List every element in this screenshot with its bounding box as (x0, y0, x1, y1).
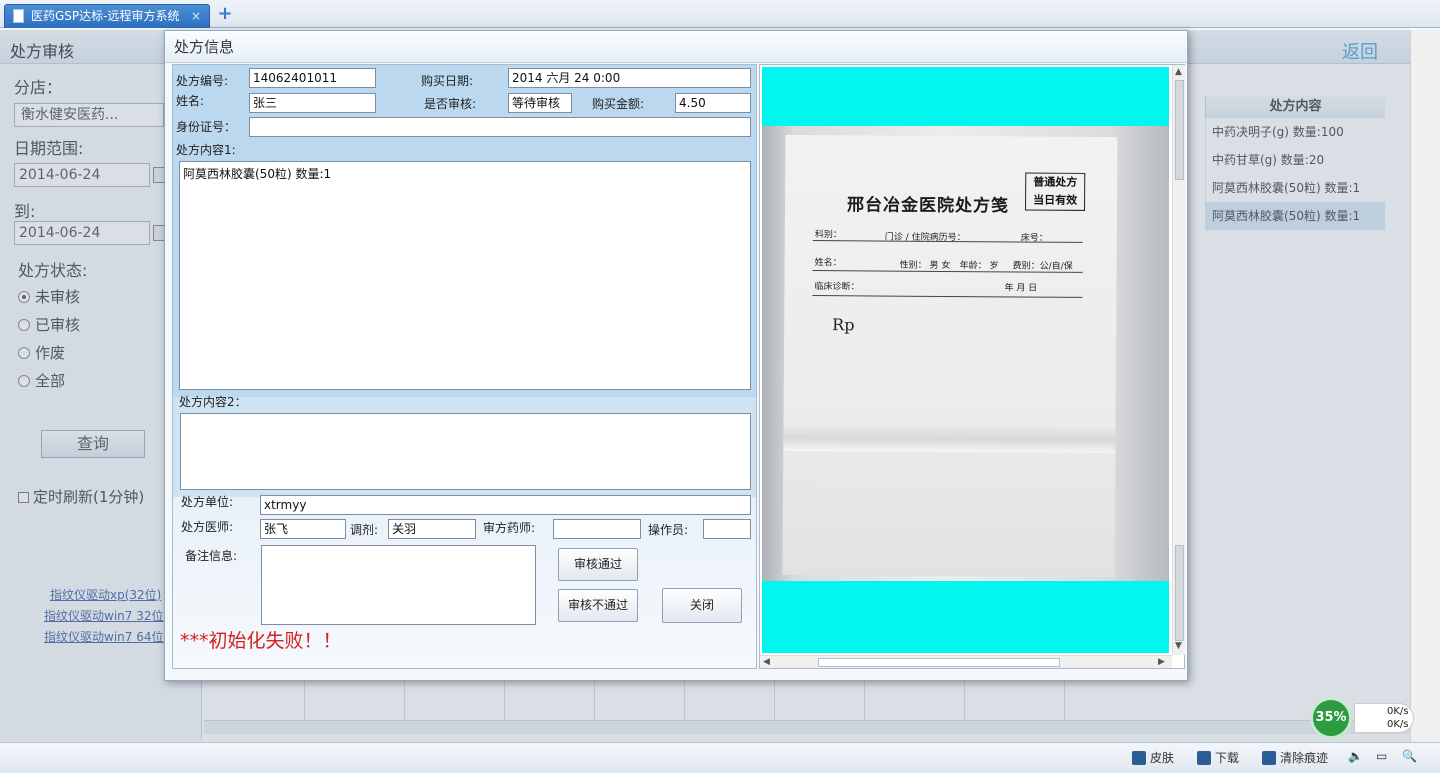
stamp-line: 当日有效 (1033, 193, 1078, 207)
operator-label: 操作员: (648, 523, 689, 537)
document-icon (13, 9, 24, 23)
image-background (762, 67, 1169, 126)
unit-field[interactable]: xtrmyy (260, 495, 751, 515)
name-label: 姓名: (176, 94, 205, 108)
age-text: 年龄： 岁 (959, 261, 999, 272)
remark-label: 备注信息: (185, 549, 238, 563)
image-background (762, 581, 1169, 653)
network-speed-widget[interactable]: 35% 0K/s 0K/s (1310, 697, 1414, 739)
pharmacist-label: 审方药师: (483, 521, 536, 535)
reviewed-label: 是否审核: (424, 97, 477, 111)
amount-field[interactable]: 4.50 (675, 93, 751, 113)
image-horizontal-scrollbar[interactable]: ◀ ▶ (760, 655, 1172, 668)
download-label: 下载 (1215, 751, 1240, 765)
device-icon[interactable]: ▭ (1376, 749, 1387, 763)
scroll-thumb[interactable] (1175, 80, 1184, 180)
skin-icon (1132, 751, 1146, 765)
skin-label: 皮肤 (1150, 751, 1175, 765)
fee-text: 费别：公/自/保 (1012, 261, 1073, 272)
dispenser-field[interactable]: 关羽 (388, 519, 476, 539)
scroll-right-icon[interactable]: ▶ (1158, 657, 1165, 667)
browser-tab[interactable]: 医药GSP达标-远程审方系统 × (4, 4, 210, 28)
doctor-label: 处方医师: (181, 520, 234, 534)
patient-name-text: 姓名： (814, 258, 842, 269)
browser-tabstrip: 医药GSP达标-远程审方系统 × + (0, 0, 1440, 28)
tab-title: 医药GSP达标-远程审方系统 (31, 9, 180, 23)
scroll-thumb[interactable] (818, 658, 1060, 667)
id-number-label: 身份证号： (176, 120, 237, 134)
paper-fold (783, 424, 1116, 454)
download-rate: 0K/s (1387, 719, 1409, 730)
stamp-line: 普通处方 (1033, 175, 1078, 189)
date-text: 年 月 日 (1004, 283, 1038, 294)
scroll-left-icon[interactable]: ◀ (763, 657, 770, 667)
download-icon (1197, 751, 1211, 765)
content2-textarea[interactable] (180, 413, 751, 490)
init-error-message: ***初始化失败！！ (180, 630, 342, 652)
rule-line (812, 295, 1083, 298)
scroll-thumb[interactable] (1175, 545, 1184, 641)
id-number-field[interactable] (249, 117, 751, 137)
page-vertical-scrollbar[interactable] (1410, 30, 1440, 742)
approve-button[interactable]: 审核通过 (558, 548, 638, 581)
reviewed-field[interactable]: 等待审核 (508, 93, 572, 113)
scroll-down-icon[interactable]: ▼ (1175, 641, 1182, 651)
rx-number-label: 处方编号: (176, 74, 229, 88)
prescription-paper: 邢台冶金医院处方笺 普通处方 当日有效 科别： 门诊 / 住院病历号： 床号： … (782, 134, 1118, 578)
content1-textarea[interactable]: 阿莫西林胶囊(50粒) 数量:1 (179, 161, 751, 390)
zoom-icon[interactable]: 🔍 (1402, 749, 1417, 763)
clear-label: 清除痕迹 (1280, 751, 1329, 765)
close-button[interactable]: 关闭 (662, 588, 742, 623)
operator-field[interactable] (703, 519, 751, 539)
purchase-date-label: 购买日期: (421, 74, 474, 88)
skin-button[interactable]: 皮肤 (1132, 749, 1174, 766)
scroll-up-icon[interactable]: ▲ (1175, 67, 1182, 77)
unit-label: 处方单位: (181, 495, 234, 509)
remark-textarea[interactable] (261, 545, 536, 625)
rp-mark: Rp (832, 315, 855, 335)
pharmacist-field[interactable] (553, 519, 641, 539)
content2-label: 处方内容2： (179, 395, 247, 409)
doctor-field[interactable]: 张飞 (260, 519, 346, 539)
reject-button[interactable]: 审核不通过 (558, 589, 638, 622)
prescription-stamp: 普通处方 当日有效 (1025, 172, 1086, 211)
hospital-title: 邢台冶金医院处方笺 (846, 195, 1010, 217)
image-vertical-scrollbar[interactable]: ▲ ▼ (1172, 65, 1185, 655)
prescription-form: 处方编号: 14062401011 购买日期: 2014 六月 24 0:00 … (172, 64, 757, 669)
content1-label: 处方内容1: (176, 143, 236, 157)
prescription-dialog: 处方信息 处方编号: 14062401011 购买日期: 2014 六月 24 … (164, 30, 1188, 681)
dialog-title: 处方信息 (165, 31, 1187, 63)
rx-number-field[interactable]: 14062401011 (249, 68, 376, 88)
prescription-image-viewer[interactable]: 邢台冶金医院处方笺 普通处方 当日有效 科别： 门诊 / 住院病历号： 床号： … (759, 64, 1185, 669)
speed-rates: 0K/s 0K/s (1354, 703, 1414, 733)
upload-rate: 0K/s (1387, 706, 1409, 717)
purchase-date-field[interactable]: 2014 六月 24 0:00 (508, 68, 751, 88)
prescription-photo: 邢台冶金医院处方笺 普通处方 当日有效 科别： 门诊 / 住院病历号： 床号： … (762, 126, 1169, 581)
amount-label: 购买金额: (592, 97, 645, 111)
clear-traces-button[interactable]: 清除痕迹 (1262, 749, 1328, 766)
dispenser-label: 调剂: (350, 523, 379, 537)
speed-percent: 35% (1310, 697, 1352, 739)
new-tab-icon[interactable]: + (216, 5, 234, 23)
name-field[interactable]: 张三 (249, 93, 376, 113)
dept-text: 科别： (814, 230, 842, 241)
download-button[interactable]: 下载 (1197, 749, 1239, 766)
close-icon[interactable]: × (191, 5, 201, 27)
volume-icon[interactable]: 🔈 (1348, 749, 1363, 763)
gender-text: 性别： 男 女 (899, 260, 951, 272)
diagnosis-text: 临床诊断： (814, 282, 860, 293)
broom-icon (1262, 751, 1276, 765)
